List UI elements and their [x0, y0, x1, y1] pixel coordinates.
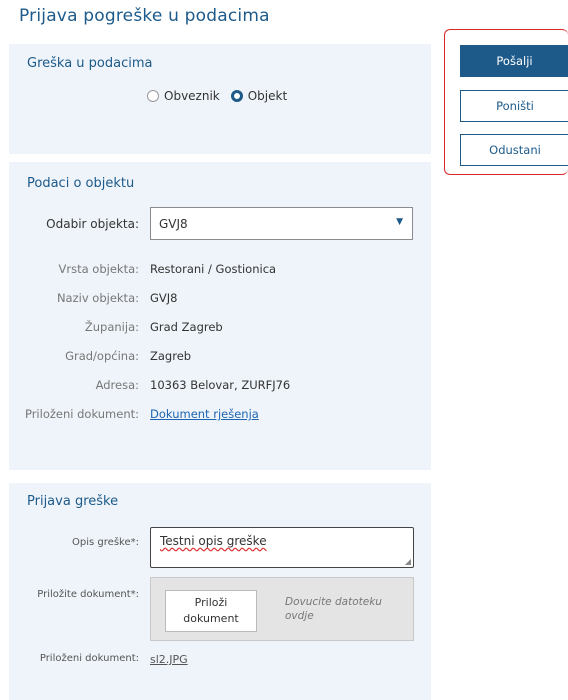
info-value: GVJ8 [150, 291, 178, 305]
description-textarea[interactable]: Testni opis greške ◢ [150, 527, 414, 568]
info-row: Naziv objekta: GVJ8 [9, 291, 431, 307]
send-button[interactable]: Pošalji [460, 45, 568, 77]
info-label: Grad/općina: [65, 349, 139, 363]
attach-label: Priložite dokument*: [37, 589, 139, 600]
info-value: Zagreb [150, 349, 192, 363]
attached-file-link[interactable]: sl2.JPG [150, 653, 188, 666]
info-label: Vrsta objekta: [58, 262, 140, 276]
panel-title: Greška u podacima [27, 56, 153, 71]
caret-down-icon: ▼ [396, 217, 403, 227]
info-value: 10363 Belovar, ZURFJ76 [150, 378, 291, 392]
radio-obveznik[interactable] [147, 90, 159, 102]
info-row: Priloženi dokument: Dokument rješenja [9, 407, 431, 423]
info-row: Grad/općina: Zagreb [9, 349, 431, 365]
description-label: Opis greške*: [72, 537, 139, 548]
page-title: Prijava pogreške u podacima [19, 6, 270, 26]
radio-group: Obveznik Objekt [147, 89, 298, 103]
attached-document-label: Priloženi dokument: [39, 653, 139, 664]
document-link[interactable]: Dokument rješenja [150, 407, 259, 421]
info-label: Adresa: [95, 378, 139, 392]
panel-title: Prijava greške [27, 494, 119, 509]
error-type-panel: Greška u podacima Obveznik Objekt [9, 44, 431, 154]
info-value: Restorani / Gostionica [150, 262, 277, 276]
resize-handle-icon[interactable]: ◢ [405, 557, 411, 566]
actions-highlight-box: Pošalji Poništi Odustani [444, 29, 568, 175]
file-dropzone[interactable]: Priloži dokument Dovucite datoteku ovdje [150, 577, 414, 641]
error-report-panel: Prijava greške Opis greške*: Testni opis… [9, 483, 431, 700]
description-value: Testni opis greške [160, 534, 267, 548]
cancel-button[interactable]: Odustani [460, 134, 568, 166]
info-label: Naziv objekta: [56, 291, 139, 305]
reset-button[interactable]: Poništi [460, 90, 568, 122]
info-row: Vrsta objekta: Restorani / Gostionica [9, 262, 431, 278]
radio-objekt-label[interactable]: Objekt [248, 89, 287, 103]
object-data-panel: Podaci o objektu Odabir objekta: GVJ8 ▼ … [9, 162, 431, 470]
attach-document-button[interactable]: Priloži dokument [165, 590, 257, 632]
radio-objekt[interactable] [230, 90, 243, 102]
info-label: Županija: [84, 320, 139, 334]
info-row: Županija: Grad Zagreb [9, 320, 431, 336]
radio-obveznik-label[interactable]: Obveznik [164, 89, 220, 103]
info-value: Grad Zagreb [150, 320, 223, 334]
object-select-value: GVJ8 [159, 217, 188, 231]
info-row: Adresa: 10363 Belovar, ZURFJ76 [9, 378, 431, 394]
info-label: Priloženi dokument: [24, 407, 139, 421]
panel-title: Podaci o objektu [27, 176, 135, 191]
drop-hint: Dovucite datoteku ovdje [285, 596, 382, 622]
object-select-label: Odabir objekta: [46, 217, 139, 231]
object-select[interactable]: GVJ8 ▼ [150, 207, 413, 240]
